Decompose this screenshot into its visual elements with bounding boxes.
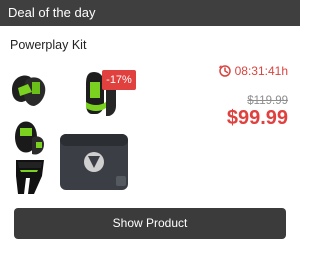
deal-header: Deal of the day (0, 0, 300, 26)
countdown-text: 08:31:41h (234, 64, 288, 78)
clock-icon (218, 65, 231, 77)
product-title: Powerplay Kit (10, 38, 87, 52)
sale-price: $99.99 (226, 107, 288, 129)
bag-icon (60, 134, 128, 190)
original-price: $119.99 (247, 95, 288, 107)
discount-badge: -17% (102, 70, 136, 90)
deal-header-title: Deal of the day (8, 5, 96, 20)
shoulder-pads-icon (12, 75, 46, 106)
show-product-button[interactable]: Show Product (14, 208, 286, 239)
countdown-timer: 08:31:41h (218, 64, 288, 78)
pants-icon (16, 160, 44, 194)
gloves-icon (15, 121, 44, 155)
